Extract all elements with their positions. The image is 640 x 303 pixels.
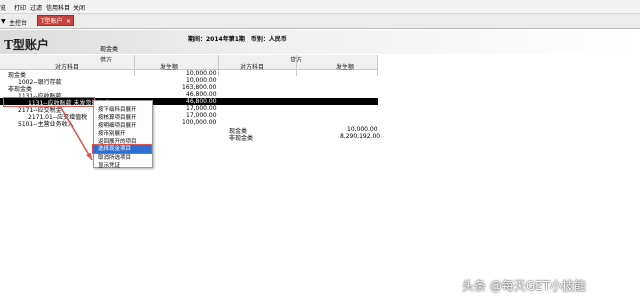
menu-select-cash-item[interactable]: 选择现金项目 bbox=[92, 144, 152, 154]
menu-return-expanded[interactable]: 返回展开的项目 bbox=[98, 137, 137, 145]
menu-cancel-selection[interactable]: 取消所选项目 bbox=[98, 153, 131, 161]
menu-show-voucher[interactable]: 显示凭证 bbox=[98, 161, 120, 169]
menu-expand-subaccount[interactable]: 按下级科目展开 bbox=[98, 105, 137, 113]
watermark: 头条 @每天GET小技能 bbox=[462, 279, 587, 293]
context-menu: 按下级科目展开 按核算项目展开 按明细项目展开 按币别展开 返回展开的项目 选择… bbox=[92, 100, 153, 169]
menu-expand-currency[interactable]: 按币别展开 bbox=[98, 129, 126, 137]
menu-expand-accounting-item[interactable]: 按核算项目展开 bbox=[98, 113, 137, 121]
menu-expand-detail-item[interactable]: 按明细项目展开 bbox=[98, 121, 137, 129]
